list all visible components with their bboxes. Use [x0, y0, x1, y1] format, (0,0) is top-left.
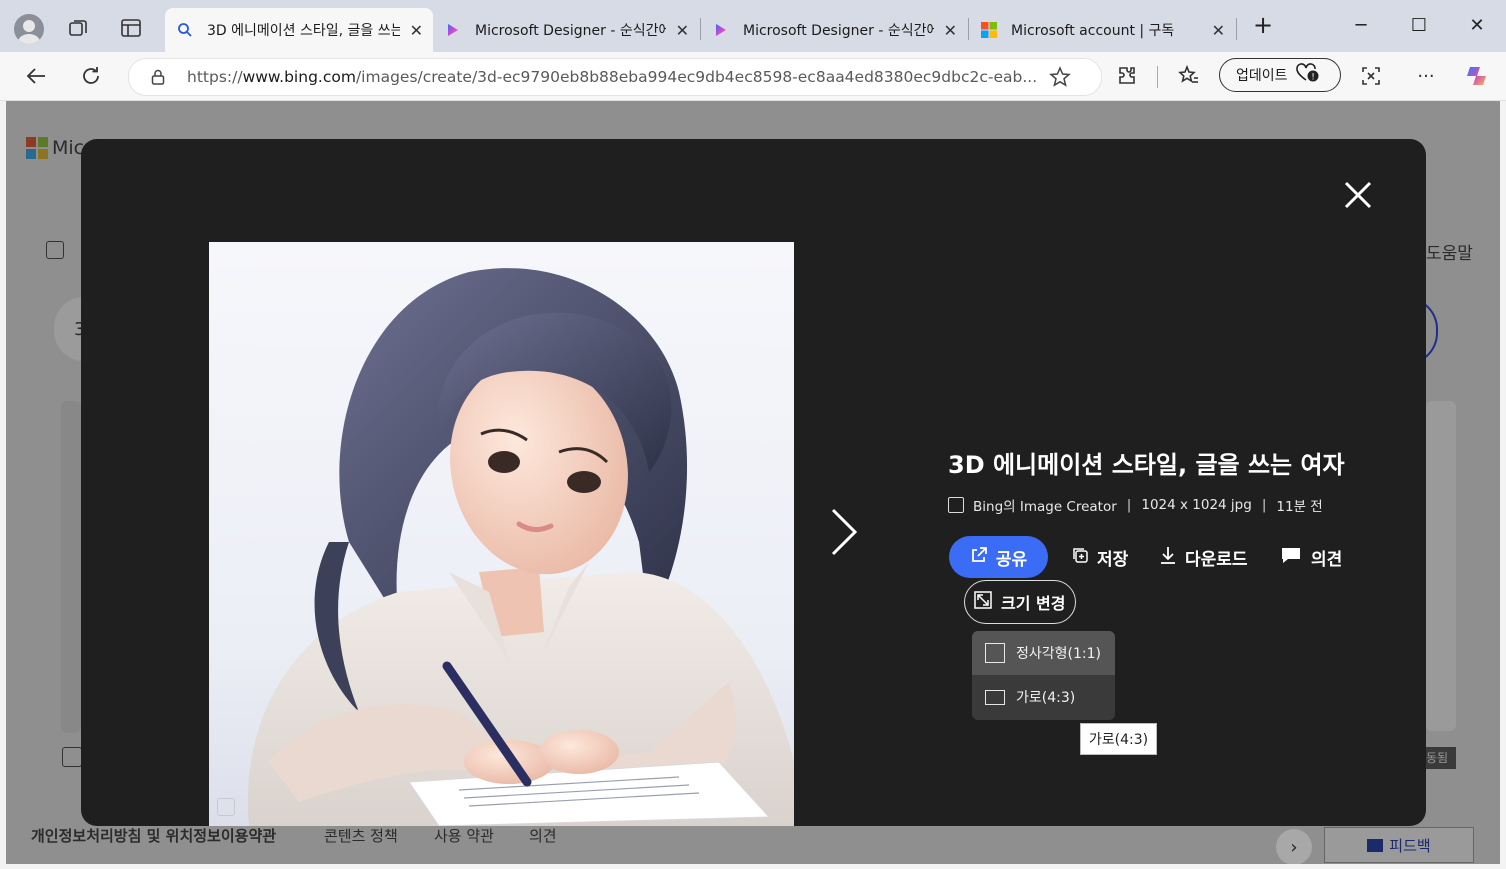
ai-generated-icon: [217, 798, 235, 816]
favorite-star-icon[interactable]: [1049, 66, 1071, 92]
feedback-label: 피드백: [1389, 836, 1431, 855]
back-icon[interactable]: [22, 62, 50, 90]
footer-link-privacy[interactable]: 개인정보처리방침 및 위치정보이용약관: [31, 825, 276, 846]
search-icon: [177, 22, 193, 38]
tab-title: Microsoft Designer - 순식간에: [475, 23, 666, 39]
profile-avatar[interactable]: [14, 14, 44, 44]
image-icon: [46, 241, 64, 259]
landscape-ratio-icon: [985, 689, 1005, 705]
footer-link-terms[interactable]: 사용 약관: [434, 825, 494, 846]
ratio-option-square[interactable]: 정사각형(1:1): [972, 631, 1115, 675]
microsoft-logo-icon: [981, 22, 997, 38]
workspaces-icon[interactable]: [66, 16, 90, 40]
tab-bing-image[interactable]: 3D 에니메이션 스타일, 글을 쓰는 여자 ✕: [165, 8, 433, 52]
close-tab-icon[interactable]: ✕: [934, 21, 967, 40]
toolbar: https://www.bing.com/images/create/3d-ec…: [0, 52, 1506, 101]
footer-link-feedback[interactable]: 의견: [529, 825, 557, 846]
update-label: 업데이트: [1236, 68, 1288, 84]
collection-add-icon: [1071, 546, 1089, 569]
screenshot-icon[interactable]: [1357, 62, 1385, 90]
footer-link-content-policy[interactable]: 콘텐츠 정책: [324, 825, 398, 846]
resize-icon: [973, 590, 993, 614]
close-modal-button[interactable]: [1338, 175, 1378, 215]
ratio-label: 가로(4:3): [1016, 690, 1076, 706]
close-tab-icon[interactable]: ✕: [666, 21, 699, 40]
tab-title: 3D 에니메이션 스타일, 글을 쓰는 여자: [207, 23, 400, 39]
image-edit-icon[interactable]: [62, 747, 82, 767]
chat-icon: [1367, 838, 1384, 852]
new-tab-button[interactable]: +: [1248, 10, 1278, 40]
refresh-icon[interactable]: [77, 62, 105, 90]
square-ratio-icon: [985, 643, 1005, 663]
badge-text: 동됨: [1426, 751, 1449, 765]
thumbnail-right[interactable]: [1426, 401, 1456, 731]
logo-text: Mic: [52, 137, 85, 159]
address-bar[interactable]: https://www.bing.com/images/create/3d-ec…: [128, 58, 1102, 96]
aspect-ratio-menu: 정사각형(1:1) 가로(4:3): [972, 631, 1115, 720]
maximize-icon[interactable]: ☐: [1404, 10, 1434, 40]
designer-icon: [713, 22, 729, 38]
creator-text: Bing의 Image Creator: [973, 499, 1117, 515]
image-detail-modal: 3D 에니메이션 스타일, 글을 쓰는 여자 Bing의 Image Creat…: [81, 139, 1426, 826]
microsoft-logo-icon: [26, 137, 48, 159]
tab-designer-1[interactable]: Microsoft Designer - 순식간에 ✕: [433, 8, 699, 52]
share-icon: [970, 546, 988, 569]
copilot-icon[interactable]: [1464, 62, 1492, 90]
minimize-icon[interactable]: ─: [1346, 10, 1376, 40]
favorites-icon[interactable]: [1175, 62, 1203, 90]
svg-text:!: !: [1311, 73, 1315, 83]
download-icon: [1159, 545, 1177, 570]
generated-image[interactable]: [209, 242, 794, 826]
share-label: 공유: [995, 549, 1028, 570]
tab-designer-2[interactable]: Microsoft Designer - 순식간에 ✕: [701, 8, 967, 52]
more-menu-icon[interactable]: ···: [1412, 62, 1440, 90]
feedback-button-modal[interactable]: 의견: [1281, 536, 1342, 578]
help-link[interactable]: 도움말: [1426, 239, 1473, 264]
heart-alert-icon: !: [1295, 63, 1320, 87]
tooltip: 가로(4:3): [1080, 723, 1157, 755]
close-window-icon[interactable]: ✕: [1462, 10, 1492, 40]
resize-label: 크기 변경: [1001, 594, 1066, 613]
designer-icon: [445, 22, 461, 38]
tab-title: Microsoft account | 구독: [1011, 23, 1175, 39]
next-image-button[interactable]: [829, 507, 859, 557]
ratio-option-landscape[interactable]: 가로(4:3): [972, 675, 1115, 719]
image-creator-icon: [948, 497, 964, 513]
vertical-tabs-icon[interactable]: [119, 16, 143, 40]
ratio-label: 정사각형(1:1): [1016, 646, 1101, 662]
image-title: 3D 에니메이션 스타일, 글을 쓰는 여자: [948, 451, 1345, 479]
close-tab-icon[interactable]: ✕: [400, 21, 433, 40]
tab-microsoft-account[interactable]: Microsoft account | 구독 ✕: [969, 8, 1235, 52]
save-label: 저장: [1097, 549, 1129, 570]
download-label: 다운로드: [1185, 549, 1248, 570]
size-text: 1024 x 1024 jpg: [1141, 497, 1252, 513]
feedback-label: 의견: [1311, 549, 1343, 570]
status-badge: 동됨: [1426, 747, 1456, 769]
share-button[interactable]: 공유: [949, 536, 1048, 578]
update-button[interactable]: 업데이트 !: [1219, 58, 1341, 92]
scroll-right-button[interactable]: ›: [1276, 829, 1312, 864]
image-meta: Bing의 Image Creator | 1024 x 1024 jpg | …: [948, 495, 1323, 515]
tab-strip: 3D 에니메이션 스타일, 글을 쓰는 여자 ✕ Microsoft Desig…: [0, 0, 1506, 52]
close-tab-icon[interactable]: ✕: [1202, 21, 1235, 40]
save-button[interactable]: 저장: [1071, 536, 1128, 578]
url-text: https://www.bing.com/images/create/3d-ec…: [187, 68, 1037, 86]
feedback-button[interactable]: 피드백: [1324, 827, 1474, 863]
download-button[interactable]: 다운로드: [1159, 536, 1248, 578]
extensions-icon[interactable]: [1113, 62, 1141, 90]
thumbnail-left[interactable]: [61, 401, 81, 733]
lock-icon[interactable]: [149, 68, 167, 90]
tab-title: Microsoft Designer - 순식간에: [743, 23, 934, 39]
resize-button[interactable]: 크기 변경: [964, 580, 1076, 624]
comment-icon: [1281, 546, 1301, 569]
time-text: 11분 전: [1276, 499, 1323, 515]
